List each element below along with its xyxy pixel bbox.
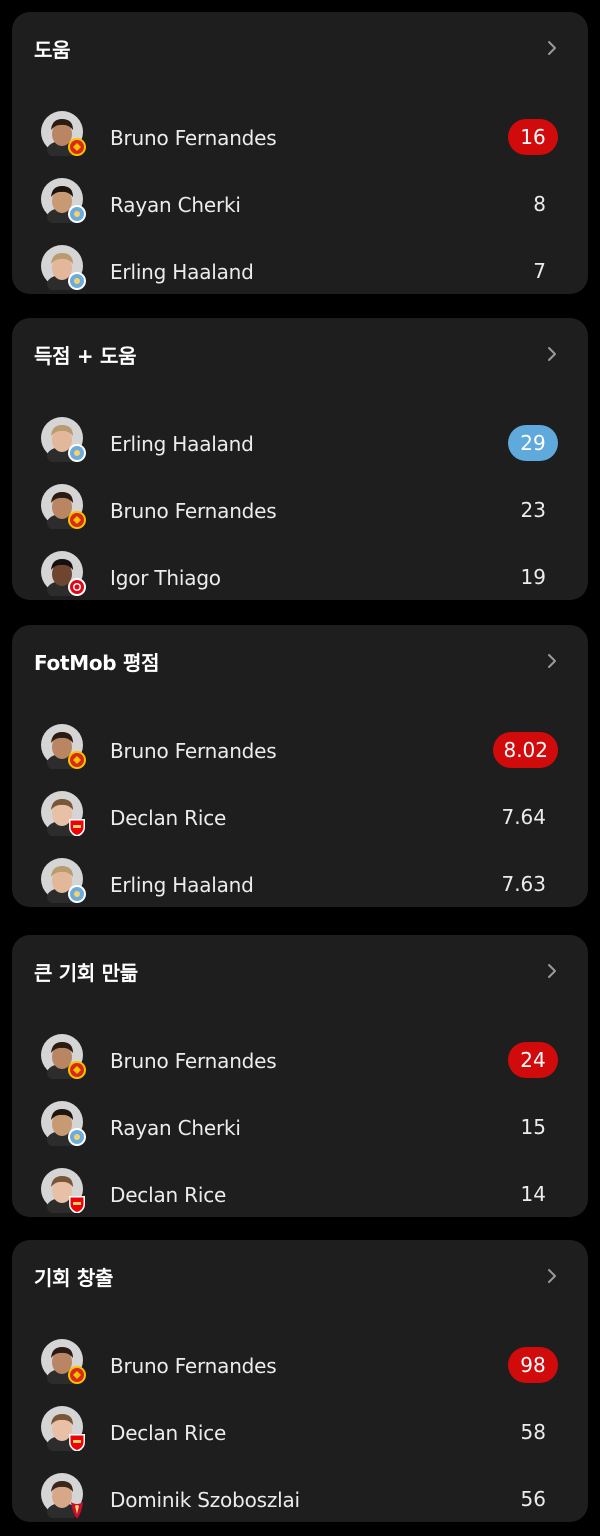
player-row[interactable]: Bruno Fernandes 23	[12, 481, 588, 543]
player-name: Dominik Szoboszlai	[110, 1488, 300, 1512]
chevron-right-icon[interactable]	[542, 1266, 562, 1286]
player-name: Erling Haaland	[110, 432, 254, 456]
stat-card: 큰 기회 만듦 Bruno Fernandes 24 Rayan Cherki 15 De…	[12, 935, 588, 1217]
stat-card: 득점 + 도움 Erling Haaland 29 Bruno Fernandes 23…	[12, 318, 588, 600]
player-avatar	[40, 790, 86, 839]
player-row[interactable]: Declan Rice 7.64	[12, 788, 588, 850]
stat-value: 7.64	[501, 805, 546, 829]
player-name: Bruno Fernandes	[110, 126, 277, 150]
stat-value: 15	[520, 1115, 546, 1139]
player-row[interactable]: Rayan Cherki 8	[12, 175, 588, 237]
player-avatar	[40, 244, 86, 293]
player-avatar	[40, 857, 86, 906]
stat-value: 7.63	[501, 872, 546, 896]
player-name: Igor Thiago	[110, 566, 221, 590]
card-header[interactable]: FotMob 평점	[12, 625, 588, 697]
card-title: 기회 창출	[34, 1266, 114, 1290]
card-header[interactable]: 큰 기회 만듦	[12, 935, 588, 1007]
player-row[interactable]: Bruno Fernandes 98	[12, 1336, 588, 1398]
player-avatar	[40, 550, 86, 599]
leader-value-badge: 29	[508, 425, 558, 461]
player-row[interactable]: Rayan Cherki 15	[12, 1098, 588, 1160]
player-avatar	[40, 177, 86, 226]
player-row[interactable]: Dominik Szoboszlai 56	[12, 1470, 588, 1532]
stat-value: 23	[520, 498, 546, 522]
stat-value: 14	[520, 1182, 546, 1206]
stat-value: 56	[520, 1487, 546, 1511]
stat-value: 8	[533, 192, 546, 216]
stat-value: 58	[520, 1420, 546, 1444]
player-row[interactable]: Declan Rice 14	[12, 1165, 588, 1227]
player-name: Bruno Fernandes	[110, 739, 277, 763]
player-avatar	[40, 1472, 86, 1521]
chevron-right-icon[interactable]	[542, 344, 562, 364]
card-header[interactable]: 기회 창출	[12, 1240, 588, 1312]
stat-card: 도움 Bruno Fernandes 16 Rayan Cherki 8 Erling H…	[12, 12, 588, 294]
player-row[interactable]: Bruno Fernandes 24	[12, 1031, 588, 1093]
player-row[interactable]: Erling Haaland 7.63	[12, 855, 588, 917]
player-avatar	[40, 483, 86, 532]
player-name: Rayan Cherki	[110, 193, 241, 217]
stats-leaderboard: 도움 Bruno Fernandes 16 Rayan Cherki 8 Erling H…	[0, 0, 600, 1536]
player-avatar	[40, 416, 86, 465]
player-row[interactable]: Erling Haaland 29	[12, 414, 588, 476]
player-name: Erling Haaland	[110, 873, 254, 897]
chevron-right-icon[interactable]	[542, 651, 562, 671]
player-name: Erling Haaland	[110, 260, 254, 284]
player-avatar	[40, 1167, 86, 1216]
player-row[interactable]: Erling Haaland 7	[12, 242, 588, 304]
player-name: Rayan Cherki	[110, 1116, 241, 1140]
stat-card: FotMob 평점 Bruno Fernandes 8.02 Declan Rice 7…	[12, 625, 588, 907]
leader-value-badge: 98	[508, 1347, 558, 1383]
player-row[interactable]: Bruno Fernandes 8.02	[12, 721, 588, 783]
card-title: 득점 + 도움	[34, 344, 137, 368]
chevron-right-icon[interactable]	[542, 961, 562, 981]
card-header[interactable]: 득점 + 도움	[12, 318, 588, 390]
card-title: 도움	[34, 38, 71, 62]
leader-value-badge: 16	[508, 119, 558, 155]
player-row[interactable]: Igor Thiago 19	[12, 548, 588, 610]
card-header[interactable]: 도움	[12, 12, 588, 84]
leader-value-badge: 8.02	[493, 732, 558, 768]
player-name: Declan Rice	[110, 1421, 227, 1445]
player-name: Bruno Fernandes	[110, 1354, 277, 1378]
player-avatar	[40, 1405, 86, 1454]
card-title: FotMob 평점	[34, 651, 160, 675]
player-name: Declan Rice	[110, 806, 227, 830]
player-row[interactable]: Declan Rice 58	[12, 1403, 588, 1465]
player-avatar	[40, 1100, 86, 1149]
player-avatar	[40, 1338, 86, 1387]
player-name: Bruno Fernandes	[110, 1049, 277, 1073]
player-name: Declan Rice	[110, 1183, 227, 1207]
player-avatar	[40, 1033, 86, 1082]
card-title: 큰 기회 만듦	[34, 961, 138, 985]
stat-card: 기회 창출 Bruno Fernandes 98 Declan Rice 58 Domin…	[12, 1240, 588, 1522]
leader-value-badge: 24	[508, 1042, 558, 1078]
stat-value: 7	[533, 259, 546, 283]
player-avatar	[40, 723, 86, 772]
player-row[interactable]: Bruno Fernandes 16	[12, 108, 588, 170]
chevron-right-icon[interactable]	[542, 38, 562, 58]
stat-value: 19	[520, 565, 546, 589]
player-avatar	[40, 110, 86, 159]
player-name: Bruno Fernandes	[110, 499, 277, 523]
